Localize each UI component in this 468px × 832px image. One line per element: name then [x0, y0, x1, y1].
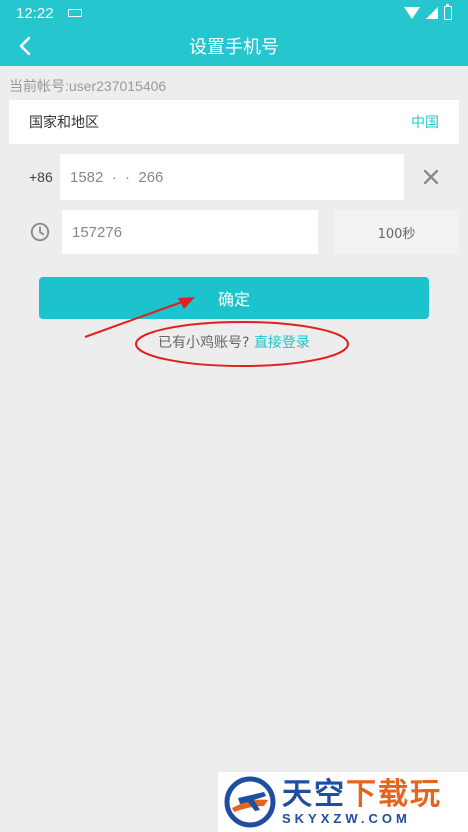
existing-account-line: 已有小鸡账号? 直接登录	[0, 332, 468, 352]
watermark-cn: 天空下载玩	[282, 776, 442, 812]
country-code-prefix: +86	[29, 169, 53, 185]
watermark-text: 天空下载玩 SKYXZW.COM	[282, 776, 442, 826]
verification-code-row: 100秒	[9, 208, 459, 256]
country-region-label: 国家和地区	[29, 115, 99, 131]
country-value[interactable]: 中国	[411, 112, 439, 132]
page-title: 设置手机号	[189, 37, 279, 58]
airplane-logo-icon	[224, 776, 276, 828]
watermark-cn-part2: 下载玩	[346, 776, 442, 812]
status-icons	[404, 4, 452, 20]
phone-row: +86	[9, 152, 459, 202]
resend-countdown-button[interactable]: 100秒	[334, 210, 459, 254]
current-account-label: 当前帐号:user237015406	[9, 78, 167, 94]
phone-number-input[interactable]	[60, 154, 404, 200]
back-arrow-icon[interactable]	[14, 34, 38, 58]
watermark-cn-part1: 天空	[282, 776, 346, 812]
wifi-icon	[404, 7, 420, 19]
existing-account-question: 已有小鸡账号?	[158, 335, 250, 351]
clock-icon	[30, 222, 50, 242]
status-bar: 12:22	[0, 0, 468, 26]
watermark-en: SKYXZW.COM	[282, 810, 411, 826]
site-watermark: 天空下载玩 SKYXZW.COM	[218, 772, 468, 832]
battery-icon	[444, 4, 452, 20]
status-time: 12:22	[16, 4, 54, 22]
keyboard-icon	[67, 9, 82, 17]
country-region-row[interactable]: 国家和地区 中国	[9, 100, 459, 144]
direct-login-link[interactable]: 直接登录	[254, 335, 310, 351]
app-bar: 设置手机号	[0, 26, 468, 66]
confirm-button[interactable]: 确定	[39, 277, 429, 319]
clear-icon[interactable]	[419, 165, 443, 189]
verification-code-input[interactable]	[62, 210, 318, 254]
signal-icon	[426, 7, 438, 19]
